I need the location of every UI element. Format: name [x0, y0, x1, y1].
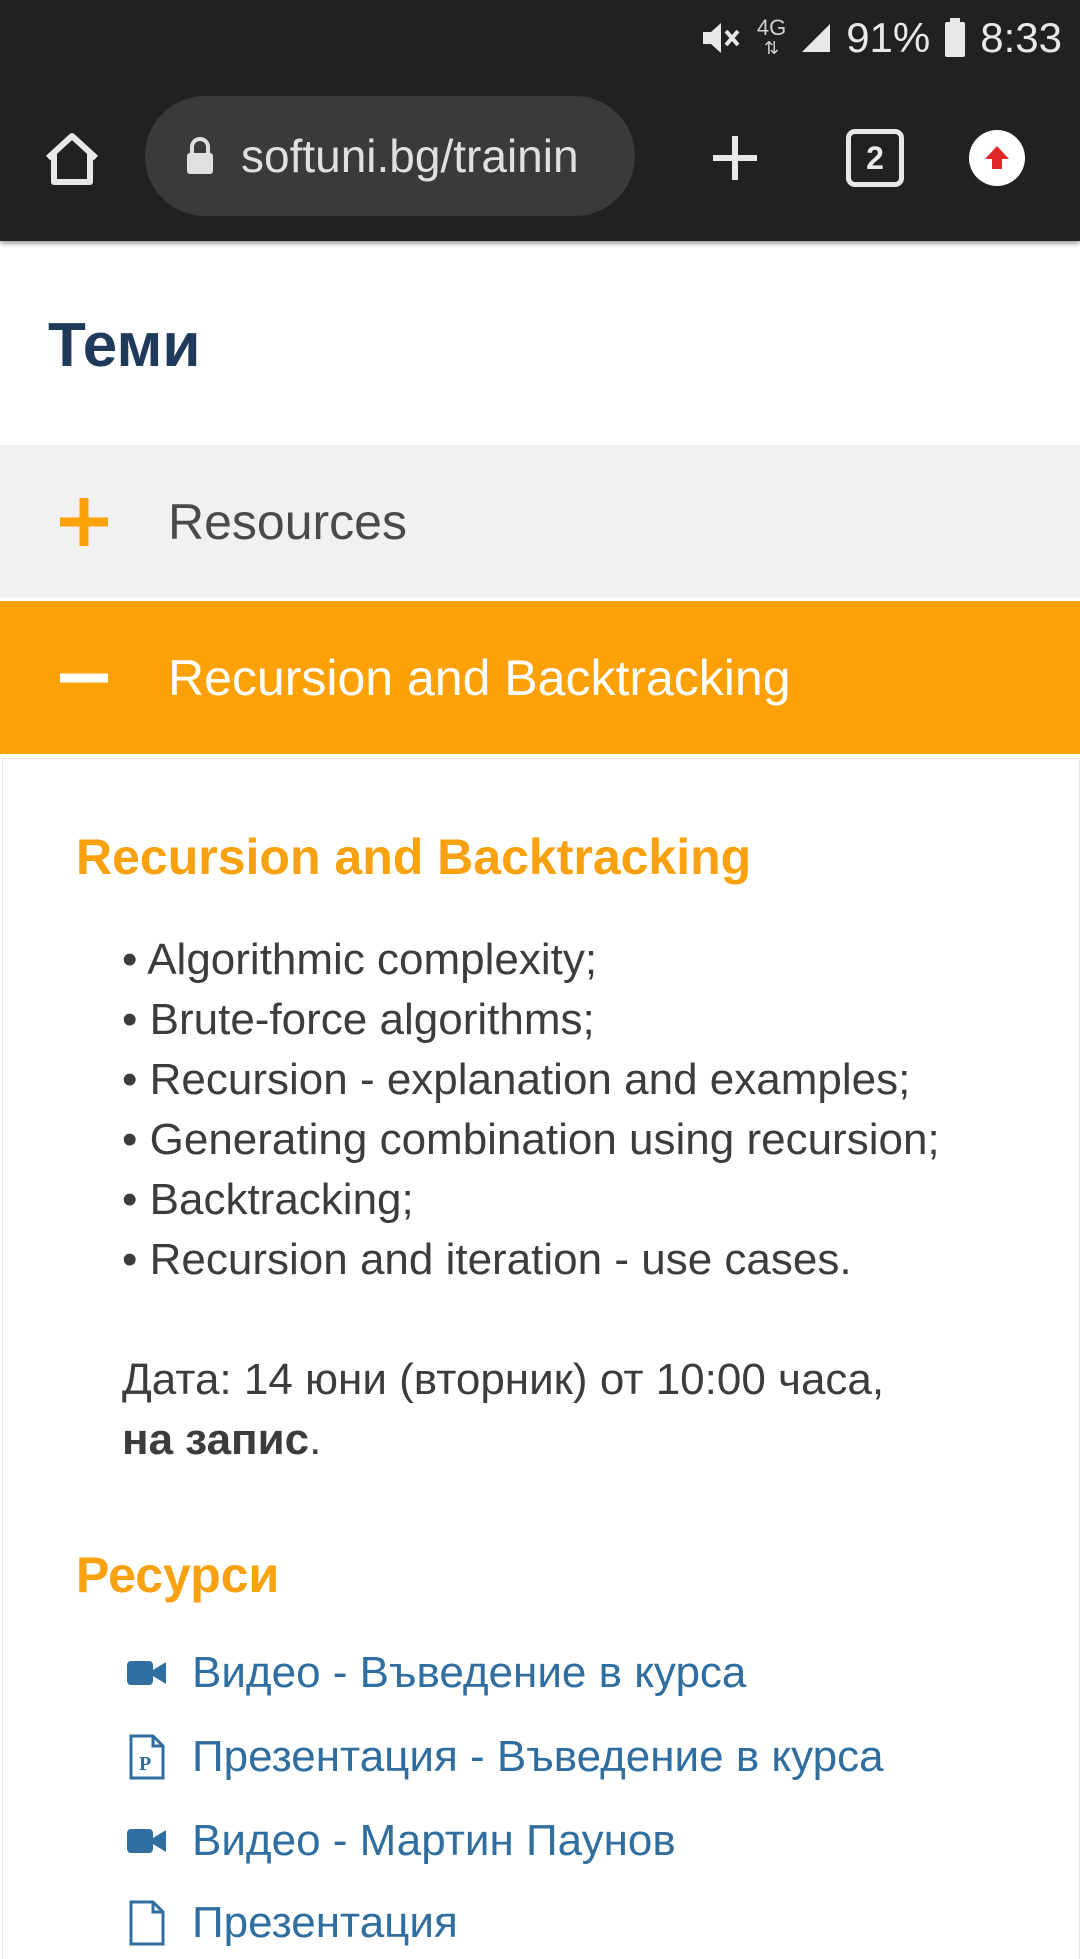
resource-link-label: Презентация - Въведение в курса — [192, 1732, 884, 1781]
update-button[interactable] — [965, 75, 1029, 241]
list-item: Algorithmic complexity; — [122, 930, 940, 990]
presentation-icon — [126, 1900, 168, 1946]
date-recording: на запис. — [122, 1410, 884, 1470]
date-end: . — [309, 1415, 322, 1464]
date-text: Дата: 14 юни (вторник) от 10:00 часа, — [122, 1355, 885, 1404]
url-bar[interactable]: softuni.bg/trainin — [145, 96, 635, 216]
resource-link-video-paunov[interactable]: Видео - Мартин Паунов — [126, 1816, 676, 1866]
topic-list: Algorithmic complexity; Brute-force algo… — [122, 930, 940, 1290]
clock: 8:33 — [980, 13, 1062, 61]
network-type-label: 4G — [756, 14, 787, 40]
section-heading: Recursion and Backtracking — [76, 829, 752, 885]
battery-percent: 91% — [846, 13, 931, 61]
video-icon — [126, 1652, 168, 1694]
list-item: Brute-force algorithms; — [122, 990, 940, 1050]
battery-icon — [944, 17, 966, 58]
accordion-item-resources[interactable]: Resources — [0, 445, 1080, 598]
resource-link-label: Видео - Въведение в курса — [192, 1648, 747, 1697]
resource-link-label: Презентация — [192, 1898, 458, 1947]
home-button[interactable] — [30, 75, 114, 241]
browser-toolbar: softuni.bg/trainin 2 — [0, 75, 1080, 241]
lock-icon — [185, 137, 215, 175]
minus-icon — [60, 673, 108, 682]
status-bar: 4G ⇅ 91% 8:33 — [0, 0, 1080, 75]
signal-icon — [800, 22, 832, 54]
accordion-label: Resources — [168, 493, 407, 550]
resource-link-presentation-intro[interactable]: P Презентация - Въведение в курса — [126, 1732, 884, 1782]
tab-count: 2 — [846, 129, 904, 187]
new-tab-button[interactable] — [700, 75, 770, 241]
mute-icon — [699, 18, 743, 58]
list-item: Recursion - explanation and examples; — [122, 1050, 940, 1110]
list-item: Generating combination using recursion; — [122, 1110, 940, 1170]
svg-text:P: P — [139, 1753, 151, 1775]
accordion-label: Recursion and Backtracking — [168, 649, 791, 706]
resource-link-video-intro[interactable]: Видео - Въведение в курса — [126, 1648, 746, 1698]
recording-label: на запис — [122, 1415, 310, 1464]
resource-link-presentation[interactable]: Презентация — [126, 1898, 458, 1948]
network-type-icon: 4G ⇅ — [756, 14, 787, 58]
resource-link-label: Видео - Мартин Паунов — [192, 1816, 676, 1865]
video-icon — [126, 1820, 168, 1862]
date-info: Дата: 14 юни (вторник) от 10:00 часа, на… — [122, 1350, 884, 1470]
status-icons: 4G ⇅ 91% 8:33 — [699, 0, 1062, 75]
accordion-item-recursion[interactable]: Recursion and Backtracking — [0, 601, 1080, 754]
list-item: Backtracking; — [122, 1170, 940, 1230]
tab-switcher-button[interactable]: 2 — [845, 75, 905, 241]
presentation-icon: P — [126, 1734, 168, 1780]
home-icon — [45, 133, 99, 185]
plus-icon — [60, 497, 108, 546]
update-icon — [969, 130, 1025, 186]
resources-heading: Ресурси — [76, 1547, 280, 1603]
list-item: Recursion and iteration - use cases. — [122, 1230, 940, 1290]
plus-icon — [713, 136, 757, 180]
page-title: Теми — [48, 311, 201, 380]
url-text: softuni.bg/trainin — [241, 130, 579, 182]
